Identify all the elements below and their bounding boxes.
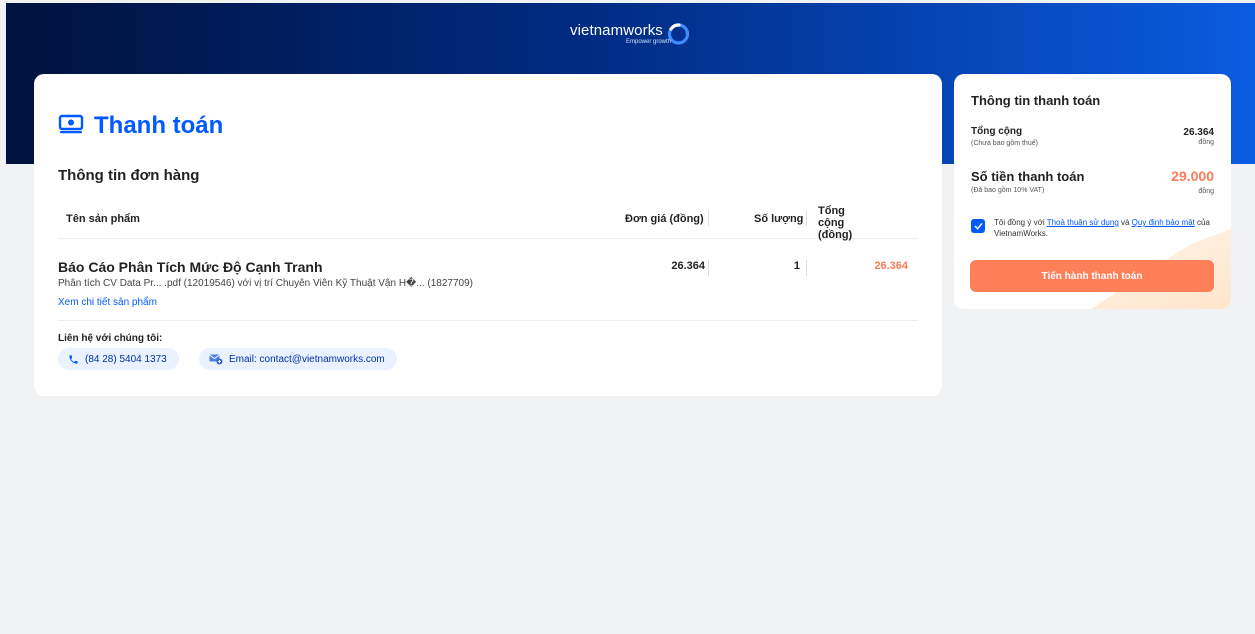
amount-label: Số tiền thanh toán (971, 169, 1085, 184)
payment-icon (58, 114, 84, 139)
contact-title: Liên hệ với chúng tôi: (58, 333, 163, 344)
logo-text: vietnamworks (570, 22, 663, 39)
subtotal-currency: đồng (1198, 139, 1214, 146)
checkout-button[interactable]: Tiến hành thanh toán (970, 260, 1214, 292)
logo-ring-icon (667, 23, 691, 50)
col-divider (708, 260, 709, 276)
order-table-header: Tên sản phẩm Đơn giá (đồng) Số lượng Tổn… (58, 199, 918, 241)
payment-title: Thông tin thanh toán (971, 93, 1101, 108)
payment-summary-card: Thông tin thanh toán Tổng cộng (Chưa bao… (954, 74, 1231, 309)
col-product: Tên sản phẩm (66, 213, 140, 225)
agree-checkbox[interactable] (971, 219, 985, 233)
check-icon (973, 222, 983, 230)
terms-link[interactable]: Thoả thuận sử dụng (1047, 218, 1119, 227)
product-description: Phân tích CV Data Pr... .pdf (12019546) … (58, 278, 473, 289)
amount-currency: đồng (1198, 188, 1214, 195)
vietnamworks-logo[interactable]: vietnamworks Empower growth (570, 22, 691, 50)
col-total: Tổng cộng (đồng) (818, 205, 853, 241)
order-section-title: Thông tin đơn hàng (58, 167, 200, 184)
terms-agreement: Tôi đồng ý với Thoả thuận sử dụng và Quy… (971, 217, 1214, 239)
total-value: 26.364 (874, 260, 908, 272)
agree-text: Tôi đồng ý với Thoả thuận sử dụng và Quy… (994, 217, 1214, 239)
col-divider (806, 260, 807, 276)
product-detail-link[interactable]: Xem chi tiết sản phẩm (58, 297, 157, 308)
order-card: Thanh toán Thông tin đơn hàng Tên sản ph… (34, 74, 942, 396)
col-quantity: Số lượng (754, 213, 804, 225)
phone-icon (69, 354, 78, 364)
subtotal-value: 26.364 (1183, 127, 1214, 138)
page-title: Thanh toán (58, 112, 223, 140)
privacy-link[interactable]: Quy định bảo mật (1132, 218, 1195, 227)
product-name: Báo Cáo Phân Tích Mức Độ Cạnh Tranh (58, 259, 323, 275)
agree-and: và (1118, 218, 1132, 227)
email-address: Email: contact@vietnamworks.com (229, 353, 385, 365)
agree-prefix: Tôi đồng ý với (994, 218, 1047, 227)
logo-tagline: Empower growth (626, 39, 672, 45)
table-row: Báo Cáo Phân Tích Mức Độ Cạnh Tranh Phân… (58, 240, 918, 321)
phone-pill[interactable]: (84 28) 5404 1373 (58, 348, 179, 370)
phone-number: (84 28) 5404 1373 (85, 353, 167, 365)
subtotal-block: Tổng cộng (Chưa bao gồm thuế) (971, 126, 1038, 147)
col-divider (708, 210, 709, 226)
email-pill[interactable]: Email: contact@vietnamworks.com (199, 348, 397, 370)
quantity-value: 1 (793, 260, 800, 272)
col-divider (806, 210, 807, 226)
email-icon (209, 354, 223, 365)
unit-price-value: 26.364 (671, 260, 705, 272)
col-unit-price: Đơn giá (đồng) (625, 213, 704, 225)
amount-note: (Đã bao gồm 10% VAT) (971, 187, 1045, 194)
subtotal-label: Tổng cộng (971, 126, 1023, 137)
page-title-text: Thanh toán (94, 112, 224, 139)
amount-value: 29.000 (1171, 168, 1214, 184)
subtotal-note: (Chưa bao gồm thuế) (971, 140, 1038, 147)
